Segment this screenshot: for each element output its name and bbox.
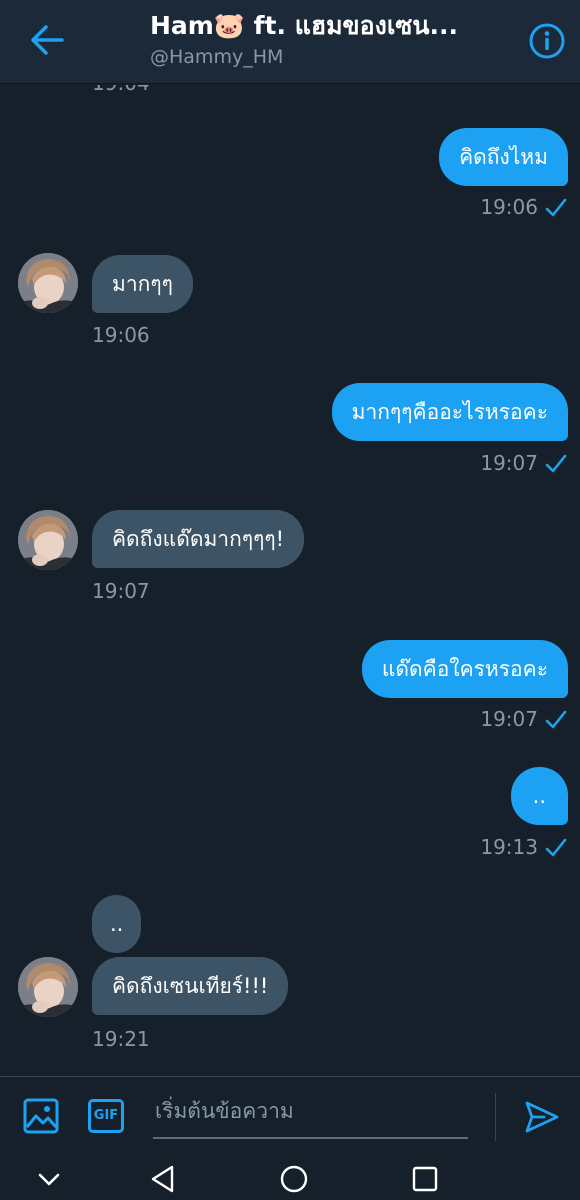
chevron-down-icon[interactable] [34, 1164, 64, 1194]
send-icon[interactable] [524, 1099, 560, 1135]
conversation-header: Ham🐷 ft. แฮมของเซน... @Hammy_HM [0, 0, 580, 84]
gif-button[interactable]: GIF [88, 1099, 124, 1133]
message-timestamp: 19:06 [92, 323, 150, 347]
outgoing-message[interactable]: .. [510, 767, 568, 825]
message-timestamp: 19:21 [92, 1027, 150, 1051]
sent-check-icon [545, 710, 567, 729]
message-list[interactable]: 19:04 คิดถึงไหม 19:06 มากๆๆ 19:06 มากๆๆค… [0, 85, 580, 1075]
avatar-photo [18, 510, 78, 570]
avatar[interactable] [18, 510, 78, 570]
back-triangle-icon[interactable] [148, 1164, 178, 1194]
outgoing-message[interactable]: คิดถึงไหม [439, 128, 568, 186]
avatar[interactable] [18, 253, 78, 313]
incoming-message[interactable]: คิดถึงเซนเทียร์!!! [92, 957, 289, 1015]
incoming-message[interactable]: มากๆๆ [92, 255, 193, 313]
incoming-message[interactable]: .. [92, 895, 142, 953]
message-input[interactable]: เริ่มต้นข้อความ [153, 1091, 468, 1139]
conversation-title-block[interactable]: Ham🐷 ft. แฮมของเซน... @Hammy_HM [150, 8, 490, 70]
sent-check-icon [545, 838, 567, 857]
avatar-photo [18, 253, 78, 313]
home-circle-icon[interactable] [279, 1164, 309, 1194]
sent-check-icon [545, 198, 567, 217]
info-icon[interactable] [528, 22, 566, 60]
sent-check-icon [545, 454, 567, 473]
avatar-photo [18, 957, 78, 1017]
composer-divider [495, 1093, 496, 1141]
back-arrow-icon[interactable] [26, 22, 66, 58]
outgoing-message[interactable]: มากๆๆคืออะไรหรอคะ [331, 383, 568, 441]
message-timestamp: 19:13 [480, 835, 538, 859]
conversation-handle: @Hammy_HM [150, 46, 284, 68]
recents-square-icon[interactable] [410, 1164, 440, 1194]
image-icon[interactable] [22, 1097, 60, 1135]
message-timestamp: 19:06 [480, 195, 538, 219]
message-timestamp: 19:07 [480, 707, 538, 731]
cut-off-timestamp: 19:04 [92, 85, 150, 95]
outgoing-message[interactable]: แด๊ดคือใครหรอคะ [361, 640, 568, 698]
system-nav-bar [0, 1158, 580, 1200]
message-timestamp: 19:07 [480, 451, 538, 475]
incoming-message[interactable]: คิดถึงแด๊ดมากๆๆๆ! [92, 510, 305, 568]
conversation-title: Ham🐷 ft. แฮมของเซน... [150, 11, 458, 40]
avatar[interactable] [18, 957, 78, 1017]
message-composer: GIF เริ่มต้นข้อความ [0, 1076, 580, 1158]
message-timestamp: 19:07 [92, 579, 150, 603]
